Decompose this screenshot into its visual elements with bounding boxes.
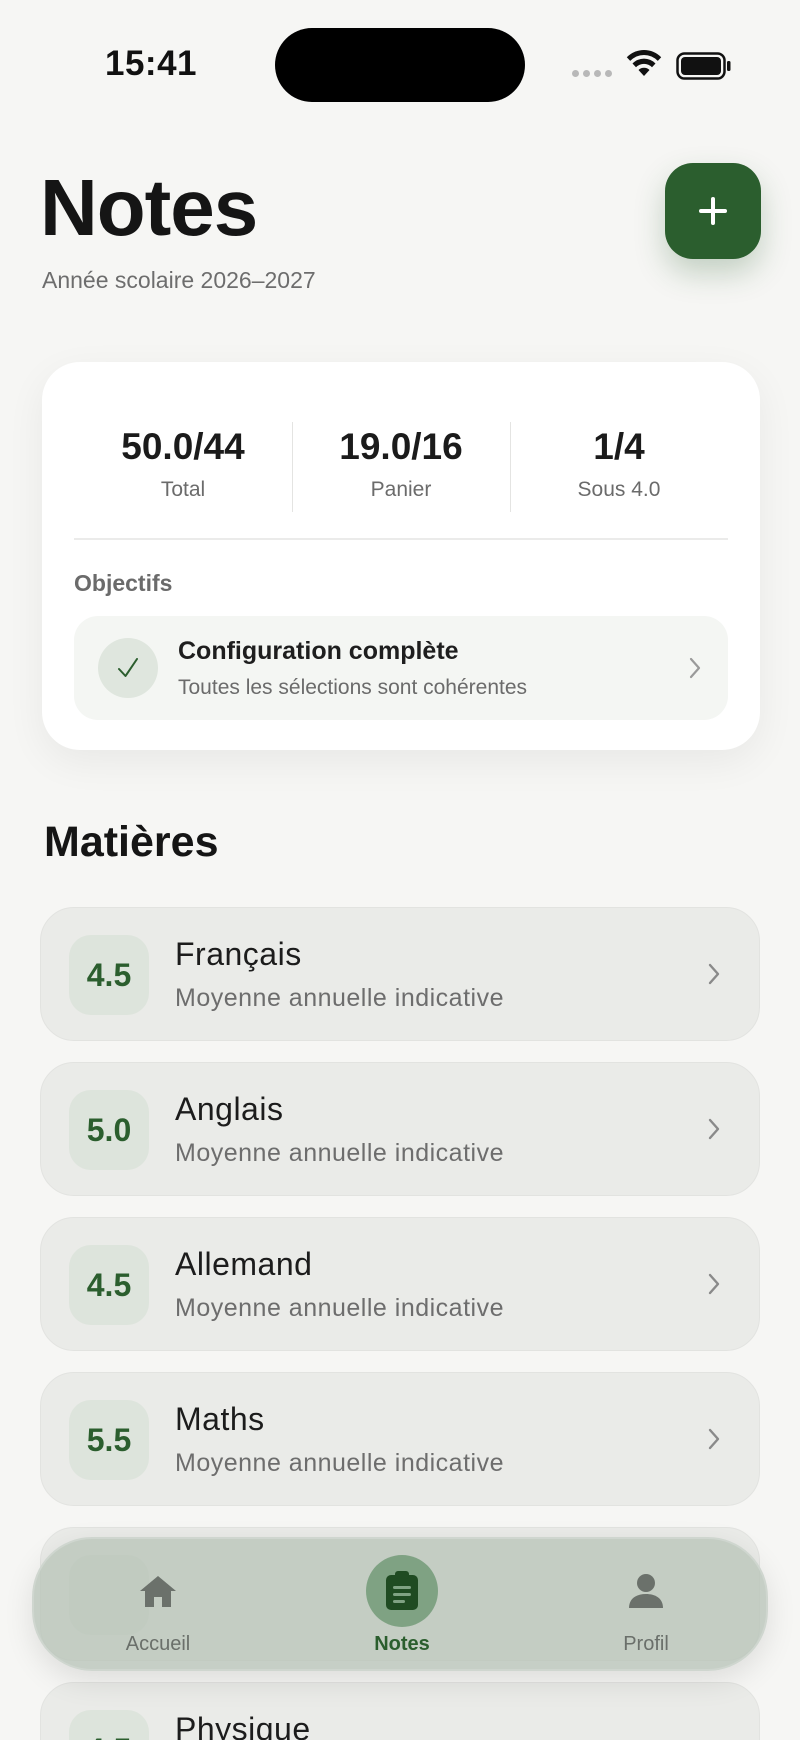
chevron-right-icon <box>708 1273 720 1295</box>
subject-description: Moyenne annuelle indicative <box>175 1294 504 1322</box>
subject-card-francais[interactable]: 4.5 Français Moyenne annuelle indicative <box>40 907 760 1041</box>
objective-row[interactable]: Configuration complète Toutes les sélect… <box>74 616 728 720</box>
subject-description: Moyenne annuelle indicative <box>175 984 504 1012</box>
dynamic-island <box>275 28 525 102</box>
grade-badge: 5.0 <box>69 1090 149 1170</box>
school-year-subtitle: Année scolaire 2026–2027 <box>42 267 316 293</box>
grade-badge: 4.5 <box>69 1710 149 1740</box>
status-icons <box>572 48 732 82</box>
objectives-heading: Objectifs <box>74 570 173 596</box>
stat-label: Total <box>160 478 206 501</box>
chevron-right-icon <box>708 963 720 985</box>
checkmark-icon <box>98 638 158 698</box>
person-icon <box>610 1555 682 1627</box>
grade-badge: 4.5 <box>69 935 149 1015</box>
objective-description: Toutes les sélections sont cohérentes <box>178 676 528 699</box>
notes-screen: 15:41 Notes Année scolaire 2026–2027 50.… <box>0 0 800 1740</box>
subject-name: Anglais <box>175 1091 284 1127</box>
chevron-right-icon <box>708 1428 720 1450</box>
clipboard-icon <box>366 1555 438 1627</box>
subject-name: Maths <box>175 1401 265 1437</box>
stat-label: Sous 4.0 <box>577 478 661 501</box>
subject-name: Physique <box>175 1711 311 1740</box>
subject-card-physique[interactable]: 4.5 Physique <box>40 1682 760 1740</box>
subject-name: Français <box>175 936 302 972</box>
chevron-right-icon <box>708 1118 720 1140</box>
objective-title: Configuration complète <box>178 637 459 665</box>
home-icon <box>122 1555 194 1627</box>
page-title: Notes <box>40 163 258 252</box>
subjects-section-title: Matières <box>44 818 219 866</box>
subject-description: Moyenne annuelle indicative <box>175 1139 504 1167</box>
subject-card-anglais[interactable]: 5.0 Anglais Moyenne annuelle indicative <box>40 1062 760 1196</box>
stat-value: 19.0/16 <box>339 426 463 467</box>
tab-accueil[interactable]: Accueil <box>68 1539 248 1673</box>
tab-label: Notes <box>374 1633 430 1655</box>
stat-below-threshold: 1/4 Sous 4.0 <box>510 422 728 512</box>
tab-label: Profil <box>623 1633 669 1655</box>
stat-panier: 19.0/16 Panier <box>292 422 510 512</box>
subject-name: Allemand <box>175 1246 313 1282</box>
add-button[interactable] <box>665 163 761 259</box>
battery-icon <box>676 52 731 80</box>
subject-description: Moyenne annuelle indicative <box>175 1449 504 1477</box>
tab-notes[interactable]: Notes <box>312 1539 492 1673</box>
stat-label: Panier <box>370 478 432 501</box>
status-time: 15:41 <box>105 44 198 83</box>
plus-icon <box>699 197 727 225</box>
subject-card-maths[interactable]: 5.5 Maths Moyenne annuelle indicative <box>40 1372 760 1506</box>
grade-badge: 4.5 <box>69 1245 149 1325</box>
cellular-signal-icon <box>572 70 612 77</box>
chevron-right-icon <box>689 657 701 679</box>
summary-card: 50.0/44 Total 19.0/16 Panier 1/4 Sous 4.… <box>42 362 760 750</box>
tab-profil[interactable]: Profil <box>556 1539 736 1673</box>
divider <box>74 538 728 540</box>
wifi-icon <box>626 49 662 76</box>
grade-badge: 5.5 <box>69 1400 149 1480</box>
stat-value: 1/4 <box>593 426 645 467</box>
tab-label: Accueil <box>125 1633 191 1655</box>
stats-row: 50.0/44 Total 19.0/16 Panier 1/4 Sous 4.… <box>74 422 728 512</box>
stat-total: 50.0/44 Total <box>74 422 292 512</box>
subject-card-allemand[interactable]: 4.5 Allemand Moyenne annuelle indicative <box>40 1217 760 1351</box>
tab-bar: Accueil Notes Profil <box>32 1537 768 1671</box>
stat-value: 50.0/44 <box>121 426 245 467</box>
